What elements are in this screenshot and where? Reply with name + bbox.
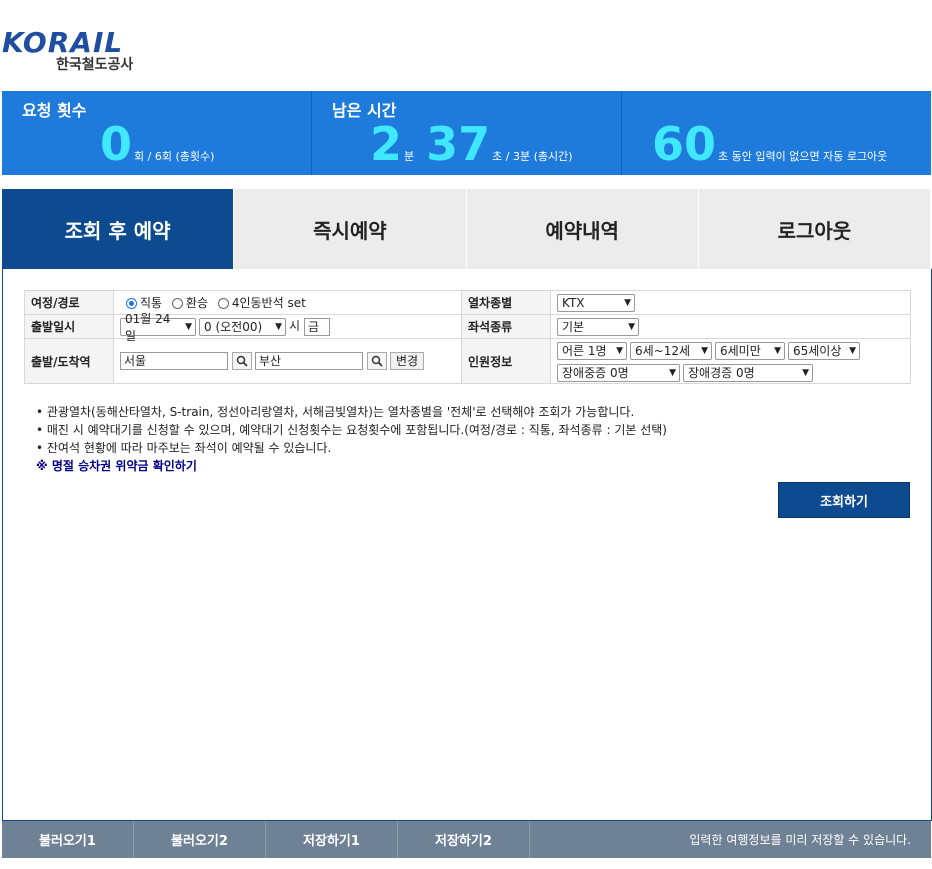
status-bar: 요청 횟수 0 회 / 6회 (총횟수) 남은 시간 2 분 37 초 / 3분… xyxy=(2,91,931,175)
hour-unit: 시 xyxy=(289,319,301,334)
radio-family-set-label: 4인동반석 set xyxy=(231,296,306,310)
infant-select[interactable]: 6세미만 ▼ xyxy=(715,341,785,360)
chevron-down-icon: ▼ xyxy=(624,297,631,308)
mild-disability-select[interactable]: 장애경증 0명 ▼ xyxy=(683,363,813,382)
minute-unit: 분 xyxy=(404,150,415,163)
severe-disability-value: 장애중증 0명 xyxy=(562,365,629,380)
chevron-down-icon: ▼ xyxy=(185,321,192,332)
senior-value: 65세이상 xyxy=(793,343,842,358)
request-count-label: 요청 횟수 xyxy=(22,101,87,120)
seconds-suffix: 초 / 3분 (총시간) xyxy=(492,150,573,163)
notice-item: • 잔여석 현황에 따라 마주보는 좌석이 예약될 수 있습니다. xyxy=(36,441,332,455)
footer-note: 입력한 여행정보를 미리 저장할 수 있습니다. xyxy=(689,833,911,847)
hour-select[interactable]: 0 (오전00) ▼ xyxy=(199,317,286,336)
main-tabs: 조회 후 예약 즉시예약 예약내역 로그아웃 xyxy=(2,189,931,269)
swap-stations-button[interactable]: 변경 xyxy=(390,352,425,370)
chevron-down-icon: ▼ xyxy=(628,321,635,332)
seat-type-label: 좌석종류 xyxy=(461,314,551,339)
auto-logout-panel: 60 초 동안 입력이 없으면 자동 로그아웃 xyxy=(622,91,931,175)
departure-search-button[interactable] xyxy=(232,352,252,370)
child-select[interactable]: 6세~12세 ▼ xyxy=(630,341,712,360)
notice-item: • 관광열차(동해산타열차, S-train, 정선아리랑열차, 서해금빛열차)… xyxy=(36,405,635,419)
remaining-time-panel: 남은 시간 2 분 37 초 / 3분 (총시간) xyxy=(312,91,622,175)
radio-transfer[interactable] xyxy=(171,298,183,309)
severe-disability-select[interactable]: 장애중증 0명 ▼ xyxy=(557,363,680,382)
seat-type-value: 기본 xyxy=(562,320,585,334)
radio-direct-label: 직통 xyxy=(140,296,163,310)
chevron-down-icon: ▼ xyxy=(669,367,676,378)
radio-family-set[interactable] xyxy=(217,298,229,309)
senior-select[interactable]: 65세이상 ▼ xyxy=(788,341,860,360)
child-value: 6세~12세 xyxy=(635,343,691,358)
infant-value: 6세미만 xyxy=(720,343,761,358)
search-icon xyxy=(371,355,383,367)
notice-item: • 매진 시 예약대기를 신청할 수 있으며, 예약대기 신청횟수는 요청횟수에… xyxy=(36,423,667,437)
tab-search-reserve[interactable]: 조회 후 예약 xyxy=(2,189,235,269)
route-label: 여정/경로 xyxy=(24,290,114,315)
mild-disability-value: 장애경증 0명 xyxy=(688,365,755,380)
tab-logout[interactable]: 로그아웃 xyxy=(698,189,931,269)
auto-logout-text: 초 동안 입력이 없으면 자동 로그아웃 xyxy=(718,150,888,163)
seat-type-select[interactable]: 기본 ▼ xyxy=(557,317,639,336)
search-icon xyxy=(236,355,248,367)
arrival-input[interactable]: 부산 xyxy=(255,352,363,370)
tab-reservation-history[interactable]: 예약내역 xyxy=(466,189,699,269)
chevron-down-icon: ▼ xyxy=(616,345,623,356)
chevron-down-icon: ▼ xyxy=(774,345,781,356)
auto-logout-seconds: 60 xyxy=(652,117,717,171)
save-1-button[interactable]: 저장하기1 xyxy=(266,821,398,858)
hour-value: 0 (오전00) xyxy=(204,320,263,335)
save-2-button[interactable]: 저장하기2 xyxy=(398,821,530,858)
logo-subtitle: 한국철도공사 xyxy=(56,57,134,73)
date-value: 01월 24일 xyxy=(125,311,171,343)
train-type-label: 열차종별 xyxy=(461,290,551,315)
tab-instant-reserve[interactable]: 즉시예약 xyxy=(234,189,467,269)
date-select[interactable]: 01월 24일 ▼ xyxy=(120,312,196,343)
request-count-value: 0 xyxy=(100,117,133,171)
adult-value: 어른 1명 xyxy=(562,343,607,358)
search-button[interactable]: 조회하기 xyxy=(778,482,910,518)
search-panel: 여정/경로 직통 환승 4인동반석 set 열차종별 KTX ▼ 출발일시 01월… xyxy=(2,269,932,821)
adult-select[interactable]: 어른 1명 ▼ xyxy=(557,341,627,360)
remaining-minutes: 2 xyxy=(370,117,403,171)
train-type-select[interactable]: KTX ▼ xyxy=(557,293,635,312)
load-1-button[interactable]: 불러오기1 xyxy=(2,821,134,858)
request-count-panel: 요청 횟수 0 회 / 6회 (총횟수) xyxy=(2,91,312,175)
korail-logo: KORAIL 한국철도공사 xyxy=(2,26,162,76)
train-type-value: KTX xyxy=(562,295,585,310)
remaining-seconds: 37 xyxy=(426,117,491,171)
chevron-down-icon: ▼ xyxy=(275,321,282,332)
chevron-down-icon: ▼ xyxy=(802,367,809,378)
load-2-button[interactable]: 불러오기2 xyxy=(134,821,266,858)
radio-direct[interactable] xyxy=(126,298,137,309)
search-form: 여정/경로 직통 환승 4인동반석 set 열차종별 KTX ▼ 출발일시 01월… xyxy=(24,290,911,384)
request-count-suffix: 회 / 6회 (총횟수) xyxy=(134,150,215,163)
passengers-label: 인원정보 xyxy=(461,338,551,384)
chevron-down-icon: ▼ xyxy=(701,345,708,356)
departure-input[interactable]: 서울 xyxy=(120,352,228,370)
date-label: 출발일시 xyxy=(24,314,114,339)
arrival-search-button[interactable] xyxy=(367,352,387,370)
notice-list: • 관광열차(동해산타열차, S-train, 정선아리랑열차, 서해금빛열차)… xyxy=(36,403,667,475)
footer-bar: 불러오기1 불러오기2 저장하기1 저장하기2 입력한 여행정보를 미리 저장할… xyxy=(2,821,931,858)
radio-transfer-label: 환승 xyxy=(185,296,209,310)
chevron-down-icon: ▼ xyxy=(849,345,856,356)
penalty-link[interactable]: ※ 명절 승차권 위약금 확인하기 xyxy=(36,457,667,475)
weekday-field: 금 xyxy=(304,317,331,336)
station-label: 출발/도착역 xyxy=(24,338,114,384)
